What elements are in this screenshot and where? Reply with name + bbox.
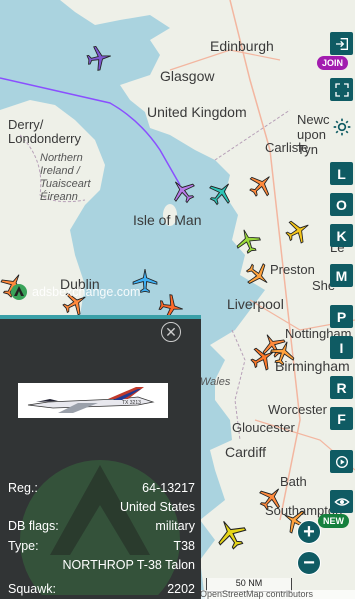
fullscreen-icon	[334, 82, 349, 97]
map-label-preston: Preston	[270, 262, 315, 277]
aircraft-photo-tail-number: TX 3213	[122, 400, 141, 406]
map-label-newcastle-partial: Newc	[297, 112, 330, 127]
map-label-glasgow: Glasgow	[160, 68, 215, 84]
map-label-cardiff: Cardiff	[225, 444, 266, 460]
adsbexchange-watermark: adsbexchange.com	[10, 283, 140, 301]
map-label-liverpool: Liverpool	[227, 296, 284, 312]
login-icon	[335, 37, 348, 50]
toolbar-button-p[interactable]: P	[330, 305, 353, 328]
map-label-isle-of-man: Isle of Man	[133, 212, 202, 228]
reg-value[interactable]: 64-13217	[142, 481, 195, 495]
adsbx-logo-icon	[11, 284, 27, 300]
aircraft-marker[interactable]	[84, 43, 114, 73]
squawk-value: 2202	[167, 582, 195, 596]
map-label-eireann: Éireann	[40, 191, 78, 203]
fullscreen-button[interactable]	[330, 78, 353, 101]
map-label-londonderry: Londonderry	[8, 131, 81, 146]
toolbar-button-i[interactable]: I	[330, 336, 353, 359]
toolbar-button-l[interactable]: L	[330, 162, 353, 185]
type-value: T38	[173, 539, 195, 553]
zoom-in-button[interactable]: +	[297, 520, 321, 544]
map-label-wales: Wales	[200, 376, 231, 388]
settings-icon	[333, 118, 350, 135]
map-label-united-kingdom: United Kingdom	[147, 104, 247, 120]
map-attribution[interactable]: OpenStreetMap contributors	[200, 590, 355, 599]
new-badge: NEW	[318, 514, 349, 528]
map-label-tuaisceart: Tuaisceart	[40, 178, 91, 190]
join-badge[interactable]: JOIN	[317, 56, 349, 70]
map-label-derry: Derry/	[8, 117, 44, 132]
map-label-edinburgh: Edinburgh	[210, 38, 274, 54]
reg-label: Reg.:	[8, 481, 38, 495]
panel-top-bar	[0, 315, 201, 319]
map-label-bath: Bath	[280, 474, 307, 489]
toolbar-button-f[interactable]: F	[330, 407, 353, 430]
toolbar-button-o[interactable]: O	[330, 193, 353, 216]
type-label: Type:	[8, 539, 39, 553]
zoom-out-button[interactable]: −	[297, 551, 321, 575]
db-flags-label: DB flags:	[8, 519, 59, 533]
toolbar-button-k[interactable]: K	[330, 224, 353, 247]
map-label-ireland: Ireland /	[40, 165, 80, 177]
toolbar-button-r[interactable]: R	[330, 376, 353, 399]
aircraft-photo[interactable]: TX 3213	[18, 383, 168, 418]
country-value: United States	[119, 500, 195, 514]
login-button[interactable]	[330, 32, 353, 55]
eye-button[interactable]	[330, 490, 353, 513]
squawk-label: Squawk:	[8, 582, 56, 596]
settings-button[interactable]	[330, 115, 353, 138]
close-circle-icon[interactable]: ✕	[161, 322, 181, 342]
eye-icon	[333, 497, 350, 506]
watermark-text: adsbexchange.com	[32, 285, 141, 299]
aircraft-info-panel: ✕ TX 3213 Reg.: 64-13217 United States D…	[0, 315, 201, 599]
map-label-northern: Northern	[40, 152, 83, 164]
map-label-upon-partial: upon	[297, 127, 326, 142]
db-flags-value: military	[155, 519, 195, 533]
toolbar-button-m[interactable]: M	[330, 264, 353, 287]
replay-icon	[335, 455, 348, 468]
map-label-gloucester: Gloucester	[232, 420, 295, 435]
map-label-tyne-partial: Tyn	[297, 142, 318, 157]
map-label-worcester: Worcester	[268, 402, 327, 417]
type-name-value: NORTHROP T-38 Talon	[62, 558, 195, 572]
replay-button[interactable]	[330, 450, 353, 473]
